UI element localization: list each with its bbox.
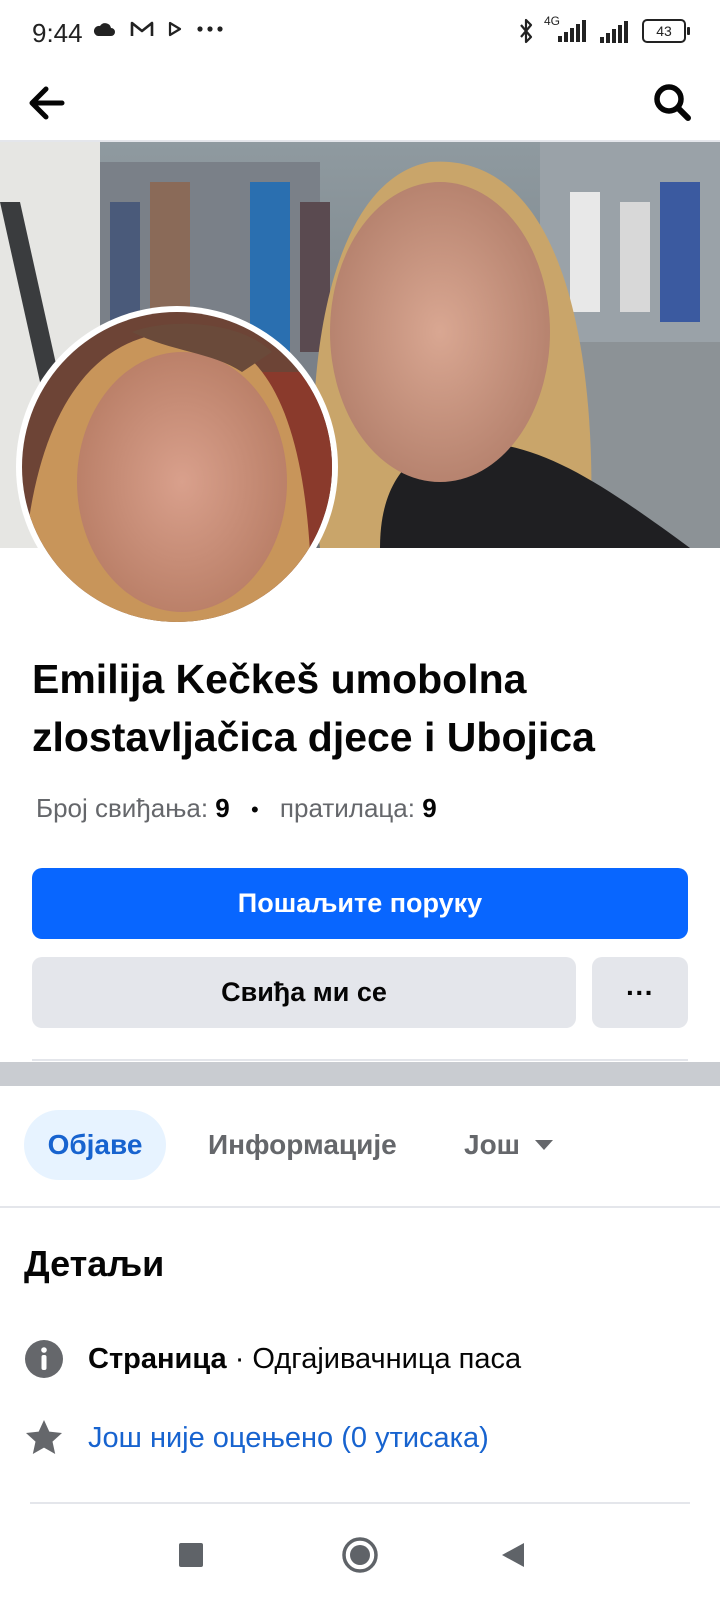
back-nav-button[interactable] xyxy=(488,1530,538,1580)
tab-more[interactable]: Још xyxy=(464,1110,554,1180)
search-button[interactable] xyxy=(648,78,698,128)
arrow-left-icon xyxy=(29,86,65,120)
caret-down-icon xyxy=(535,1140,554,1150)
rating-link[interactable]: Још није оцењено (0 утисака) xyxy=(88,1422,489,1455)
profile-tabs: Објаве Информације Још xyxy=(0,1110,720,1180)
send-message-button[interactable]: Пошаљите поруку xyxy=(32,868,688,939)
battery-icon: 43 xyxy=(642,19,690,43)
system-nav-bar xyxy=(0,1510,720,1600)
profile-picture[interactable] xyxy=(16,306,338,628)
followers-label: пратилаца: xyxy=(279,793,415,823)
tab-about[interactable]: Информације xyxy=(208,1110,397,1180)
category-value: · Одгајивачница паса xyxy=(226,1342,522,1375)
page-title: Emilija Kečkeš umobolna zlostavljačica d… xyxy=(32,656,595,760)
likes-label: Број свиђања: xyxy=(36,793,209,823)
status-bar: 9:44 4G 43 xyxy=(0,0,720,68)
square-icon xyxy=(179,1543,203,1567)
rating-row[interactable]: Још није оцењено (0 утисака) xyxy=(24,1418,489,1458)
divider xyxy=(32,1059,688,1061)
search-icon xyxy=(654,84,691,121)
home-button[interactable] xyxy=(335,1530,385,1580)
category-row: Страница · Одгајивачница паса xyxy=(24,1339,521,1379)
notification-icons xyxy=(92,20,224,38)
circle-icon xyxy=(342,1537,378,1573)
followers-count: 9 xyxy=(422,793,437,823)
category-label: Страница xyxy=(88,1342,227,1375)
signal-icon-2 xyxy=(600,21,628,43)
page-stats: Број свиђања: 9 • пратилаца: 9 xyxy=(36,793,437,824)
tab-more-label: Још xyxy=(464,1129,521,1160)
content-divider xyxy=(30,1502,690,1504)
signal-icon-1: 4G xyxy=(544,14,588,44)
more-notifications-icon xyxy=(197,26,223,32)
section-separator xyxy=(0,1062,720,1086)
play-icon xyxy=(168,21,182,37)
tabs-divider xyxy=(0,1206,720,1208)
likes-count: 9 xyxy=(215,793,230,823)
system-icons: 4G 43 xyxy=(518,14,690,44)
avatar-image xyxy=(22,312,332,622)
stats-separator: • xyxy=(250,797,259,822)
recents-button[interactable] xyxy=(166,1530,216,1580)
gmail-icon xyxy=(130,21,154,36)
tab-posts[interactable]: Објаве xyxy=(24,1110,166,1180)
more-options-button[interactable]: ··· xyxy=(592,957,688,1028)
cloud-icon xyxy=(93,23,115,36)
bluetooth-icon xyxy=(520,18,533,44)
details-heading: Детаљи xyxy=(24,1243,165,1284)
triangle-back-icon xyxy=(502,1543,524,1567)
info-icon xyxy=(24,1339,64,1379)
top-navigation xyxy=(0,68,720,142)
star-icon xyxy=(24,1418,64,1458)
back-button[interactable] xyxy=(22,78,72,128)
like-button[interactable]: Свиђа ми се xyxy=(32,957,576,1028)
status-time: 9:44 xyxy=(32,18,83,48)
